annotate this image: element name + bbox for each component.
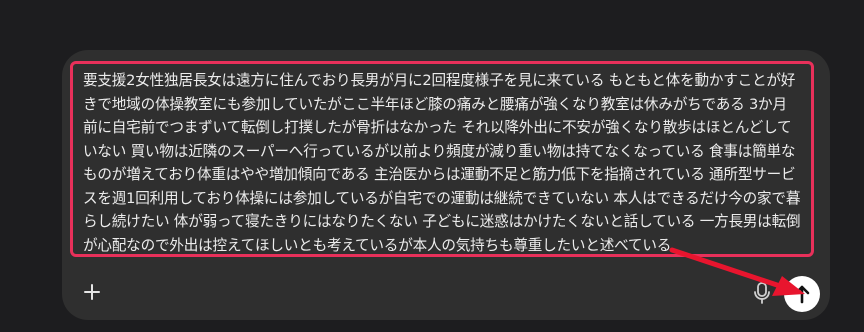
message-composer: 要支援2女性独居長女は遠方に住んでおり長男が月に2回程度様子を見に来ている もと… <box>62 50 830 320</box>
microphone-icon <box>754 282 770 304</box>
plus-icon <box>84 284 100 300</box>
voice-input-button[interactable] <box>750 280 774 306</box>
message-input[interactable]: 要支援2女性独居長女は遠方に住んでおり長男が月に2回程度様子を見に来ている もと… <box>83 69 801 257</box>
send-button[interactable] <box>784 276 820 312</box>
arrow-up-icon <box>794 285 810 304</box>
message-input-highlight[interactable]: 要支援2女性独居長女は遠方に住んでおり長男が月に2回程度様子を見に来ている もと… <box>70 61 814 257</box>
chat-page: 要支援2女性独居長女は遠方に住んでおり長男が月に2回程度様子を見に来ている もと… <box>0 0 864 332</box>
add-attachment-button[interactable] <box>80 280 104 304</box>
